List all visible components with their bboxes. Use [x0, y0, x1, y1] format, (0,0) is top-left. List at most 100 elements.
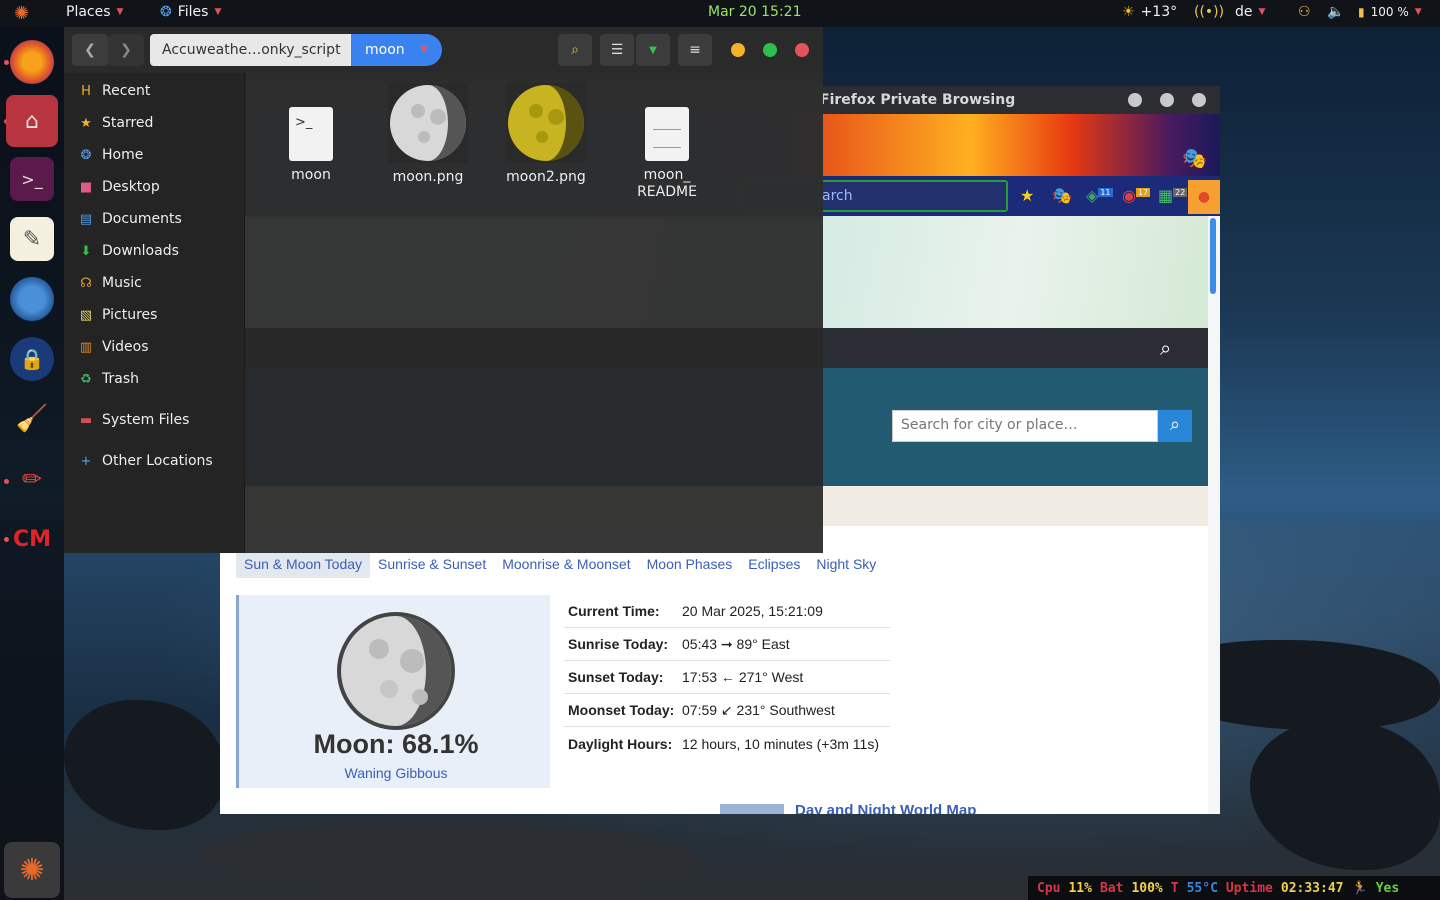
sidebar-item-label: Recent — [102, 83, 151, 99]
sidebar-item-videos[interactable]: ▥ Videos — [78, 339, 149, 355]
sidebar-item-downloads[interactable]: ⬇ Downloads — [78, 243, 179, 259]
private-mask-icon[interactable]: 🎭 — [1052, 186, 1072, 205]
table-row: Sunset Today: 17:53 ← 271° West — [564, 661, 890, 694]
places-label: Places — [66, 4, 111, 20]
wifi-icon[interactable]: ((•)) — [1194, 4, 1224, 20]
extension-icon[interactable]: ◈ 11 — [1086, 186, 1113, 205]
terminal-icon[interactable]: >_ — [10, 157, 54, 201]
world-map-link[interactable]: Day and Night World Map — [795, 802, 976, 814]
headphones-icon: ☊ — [80, 275, 92, 291]
text-editor-icon[interactable]: ✎ — [10, 217, 54, 261]
tab-moonrise-moonset[interactable]: Moonrise & Moonset — [494, 550, 638, 578]
thunderbird-icon[interactable] — [10, 277, 54, 321]
files-sidebar: H Recent ★ Starred ❂ Home ■ Desktop ▤ Documen… — [64, 73, 245, 553]
file-name: moon2.png — [506, 169, 586, 185]
back-button[interactable]: ❮ — [72, 34, 108, 66]
file-name: moon.png — [392, 169, 464, 185]
volume-icon[interactable]: 🔈 — [1327, 4, 1344, 20]
file-item[interactable]: >_ moon — [256, 107, 366, 183]
firefox-title: Firefox Private Browsing — [820, 92, 1016, 108]
ubuntu-logo-icon[interactable]: ✺ — [14, 3, 29, 24]
search-button[interactable]: ⌕ — [558, 34, 592, 66]
battery-indicator[interactable]: ▮ 100 % ▼ — [1358, 5, 1422, 19]
moon-phase-link[interactable]: Waning Gibbous — [239, 765, 553, 781]
file-grid: >_ moon moon.png moon2.png moon_ README — [246, 73, 823, 219]
menu-button[interactable]: ≡ — [678, 34, 712, 66]
search-icon: ⌕ — [1169, 414, 1181, 435]
row-label: Daylight Hours: — [568, 735, 673, 752]
conky-manager-icon[interactable]: CM — [10, 517, 54, 561]
sidebar-item-desktop[interactable]: ■ Desktop — [78, 179, 160, 195]
terminal-script-icon: >_ — [289, 107, 333, 161]
firefox-menu-icon[interactable]: ● — [1188, 180, 1220, 214]
tab-night-sky[interactable]: Night Sky — [808, 550, 884, 578]
city-search-input[interactable]: Search for city or place… — [892, 410, 1158, 442]
city-search-button[interactable]: ⌕ — [1158, 410, 1192, 442]
tab-moon-phases[interactable]: Moon Phases — [639, 550, 741, 578]
files-label: Files — [177, 4, 209, 20]
sidebar-item-system-files[interactable]: ▬ System Files — [78, 412, 190, 428]
sidebar-item-starred[interactable]: ★ Starred — [78, 115, 153, 131]
breadcrumb-parent[interactable]: Accuweathe…onky_script — [150, 34, 353, 66]
file-item[interactable]: moon2.png — [491, 83, 601, 185]
moon-image-thumbnail — [388, 83, 468, 163]
conky-status-bar: Cpu 11% Bat 100% T 55°C Uptime 02:33:47 … — [1028, 876, 1440, 900]
breadcrumb-current[interactable]: moon ▼ — [351, 34, 442, 66]
files-headerbar[interactable]: ❮ ❯ Accuweathe…onky_script moon ▼ ⌕ ☰ ▼ ≡ — [64, 27, 823, 73]
close-button[interactable] — [1192, 93, 1206, 107]
password-safe-icon[interactable]: 🔒 — [10, 337, 54, 381]
running-indicator — [4, 479, 9, 484]
minimize-button[interactable] — [1128, 93, 1142, 107]
file-name: moon_ README — [637, 167, 697, 200]
sidebar-item-home[interactable]: ❂ Home — [78, 147, 144, 163]
view-options-button[interactable]: ▼ — [636, 34, 670, 66]
row-value: 07:59 ↙ 231° Southwest — [682, 701, 835, 718]
file-item[interactable]: moon_ README — [612, 107, 722, 201]
star-icon: ★ — [80, 115, 92, 131]
sidebar-item-label: Desktop — [102, 179, 160, 195]
show-applications-icon[interactable]: ✺ — [4, 842, 60, 898]
files-menu[interactable]: ❂ Files ▼ — [160, 4, 221, 20]
sidebar-item-music[interactable]: ☊ Music — [78, 275, 142, 291]
world-map-thumbnail[interactable] — [720, 804, 784, 814]
keyboard-layout-label: de — [1235, 4, 1253, 20]
maximize-button[interactable] — [1160, 93, 1174, 107]
drive-icon: ▬ — [79, 412, 93, 428]
close-button[interactable] — [795, 43, 809, 57]
bleachbit-icon[interactable]: 🧹 — [10, 397, 54, 441]
sidebar-item-trash[interactable]: ♻ Trash — [78, 371, 139, 387]
keyboard-layout[interactable]: de ▼ — [1235, 4, 1265, 20]
sidebar-item-label: Music — [102, 275, 142, 291]
row-label: Sunrise Today: — [568, 636, 669, 652]
minimize-button[interactable] — [731, 43, 745, 57]
search-icon[interactable]: ⌕ — [1160, 336, 1171, 360]
sidebar-item-label: Home — [102, 147, 144, 163]
sidebar-item-pictures[interactable]: ▧ Pictures — [78, 307, 158, 323]
list-view-button[interactable]: ☰ — [600, 34, 634, 66]
clock[interactable]: Mar 20 15:21 — [708, 4, 801, 20]
sidebar-item-recent[interactable]: H Recent — [78, 83, 150, 99]
bookmark-star-icon[interactable]: ★ — [1020, 186, 1034, 205]
tab-sunrise-sunset[interactable]: Sunrise & Sunset — [370, 550, 494, 578]
network-icon[interactable]: ⚇ — [1298, 4, 1311, 20]
grid-extension-icon[interactable]: ▦ 22 — [1158, 186, 1188, 205]
places-menu[interactable]: Places ▼ — [66, 4, 123, 20]
files-app-icon: ❂ — [160, 4, 172, 20]
dock: ⌂ >_ ✎ 🔒 🧹 ✏ CM ✺ — [0, 27, 64, 900]
files-icon[interactable]: ⌂ — [6, 95, 58, 147]
file-item[interactable]: moon.png — [373, 83, 483, 185]
sidebar-item-other-locations[interactable]: + Other Locations — [78, 453, 213, 469]
forward-button[interactable]: ❯ — [108, 34, 144, 66]
color-pencils-icon[interactable]: ✏ — [10, 457, 54, 501]
sidebar-item-documents[interactable]: ▤ Documents — [78, 211, 182, 227]
row-label: Current Time: — [568, 603, 660, 619]
ublock-icon[interactable]: ◉ 17 — [1122, 186, 1151, 205]
scrollbar[interactable] — [1210, 218, 1216, 294]
tab-eclipses[interactable]: Eclipses — [740, 550, 808, 578]
firefox-icon[interactable] — [10, 40, 54, 84]
plus-icon: + — [80, 453, 92, 469]
maximize-button[interactable] — [763, 43, 777, 57]
weather-indicator[interactable]: ☀ +13° — [1122, 4, 1177, 20]
document-icon: ▤ — [79, 211, 93, 227]
tab-sun-moon-today[interactable]: Sun & Moon Today — [236, 550, 371, 578]
